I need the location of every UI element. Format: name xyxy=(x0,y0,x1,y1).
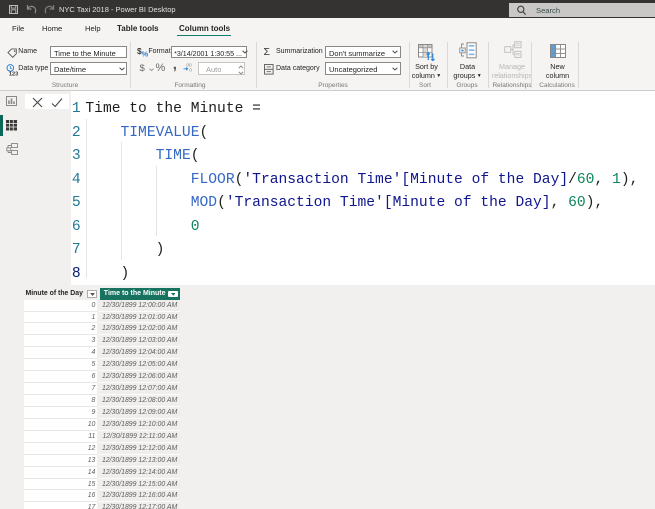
svg-text:%: % xyxy=(141,50,147,57)
svg-text:0: 0 xyxy=(189,67,192,71)
svg-text:123: 123 xyxy=(9,71,18,75)
